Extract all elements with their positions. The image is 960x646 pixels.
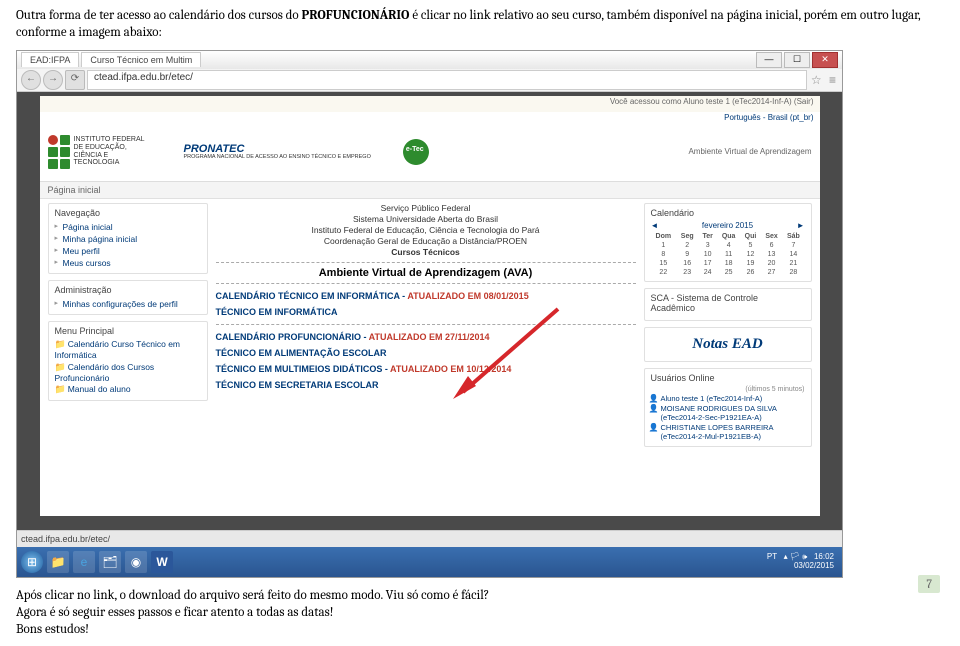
closing-line: Bons estudos!	[16, 622, 944, 639]
ie-icon[interactable]: e	[73, 551, 95, 573]
chrome-icon[interactable]: ◉	[125, 551, 147, 573]
window-controls: — ☐ ✕	[756, 52, 838, 68]
calendar-title: Calendário	[651, 208, 805, 218]
word-icon[interactable]: W	[151, 551, 173, 573]
tray-date: 03/02/2015	[794, 561, 834, 570]
browser-status-bar: ctead.ifpa.edu.br/etec/	[17, 530, 842, 547]
breadcrumb: Página inicial	[40, 182, 820, 199]
folder-icon: 📁	[55, 384, 66, 394]
browser-window: EAD:IFPA Curso Técnico em Multim — ☐ ✕ ←…	[16, 50, 843, 578]
course-link[interactable]: TÉCNICO EM ALIMENTAÇÃO ESCOLAR	[216, 345, 636, 361]
sca-title: SCA - Sistema de Controle Acadêmico	[651, 293, 805, 313]
admin-block: Administração Minhas configurações de pe…	[48, 280, 208, 315]
reload-button[interactable]: ⟳	[65, 70, 85, 90]
course-link[interactable]: CALENDÁRIO PROFUNCIONÁRIO - ATUALIZADO E…	[216, 329, 636, 345]
online-user[interactable]: CHRISTIANE LOPES BARREIRA (eTec2014-2-Mu…	[651, 423, 805, 441]
course-link[interactable]: TÉCNICO EM MULTIMEIOS DIDÁTICOS - ATUALI…	[216, 361, 636, 377]
center-column: Serviço Público Federal Sistema Universi…	[216, 203, 636, 453]
pronatec-logo: PRONATEC PROGRAMA NACIONAL DE ACESSO AO …	[184, 143, 371, 161]
cal-month: fevereiro 2015	[702, 221, 753, 230]
course-link[interactable]: CALENDÁRIO TÉCNICO EM INFORMÁTICA - ATUA…	[216, 288, 636, 304]
windows-taskbar: ⊞ 📁 e 🗂 ◉ W PT ▴ 🏳 🕪 16:02 03/02/2015	[17, 547, 842, 577]
admin-item[interactable]: Minhas configurações de perfil	[55, 298, 201, 310]
instruction-paragraph: Outra forma de ter acesso ao calendário …	[16, 8, 944, 42]
sca-block: SCA - Sistema de Controle Acadêmico	[644, 288, 812, 321]
menu-item[interactable]: 📁Calendário Curso Técnico em Informática	[55, 339, 201, 362]
nav-item[interactable]: Minha página inicial	[55, 233, 201, 245]
instruction-bold: PROFUNCIONÁRIO	[302, 8, 410, 23]
online-user[interactable]: MOISANE RODRIGUES DA SILVA (eTec2014-2-S…	[651, 404, 805, 422]
tray-time: 16:02	[814, 552, 834, 561]
online-users-block: Usuários Online (últimos 5 minutos) Alun…	[644, 368, 812, 447]
online-title: Usuários Online	[651, 373, 805, 383]
calendar-block: Calendário ◄ fevereiro 2015 ► DomSegTerQ…	[644, 203, 812, 282]
site-header: INSTITUTO FEDERAL DE EDUCAÇÃO, CIÊNCIA E…	[40, 123, 820, 182]
login-status: Você acessou como Aluno teste 1 (eTec201…	[40, 96, 820, 112]
address-bar-row: ← → ⟳ ctead.ifpa.edu.br/etec/ ☆ ≡	[17, 69, 842, 92]
if-logo: INSTITUTO FEDERAL DE EDUCAÇÃO, CIÊNCIA E…	[48, 135, 154, 169]
instruction-pre: Outra forma de ter acesso ao calendário …	[16, 8, 302, 23]
closing-line: Agora é só seguir esses passos e ficar a…	[16, 605, 944, 622]
menu-title: Menu Principal	[55, 326, 201, 336]
notas-ead-link[interactable]: Notas EAD	[651, 332, 805, 357]
explorer-icon[interactable]: 📁	[47, 551, 69, 573]
header-line: Sistema Universidade Aberta do Brasil	[216, 214, 636, 225]
browser-tab[interactable]: Curso Técnico em Multim	[81, 52, 201, 67]
nav-block: Navegação Página inicial Minha página in…	[48, 203, 208, 274]
sidebar-left: Navegação Página inicial Minha página in…	[48, 203, 208, 453]
browser-tab[interactable]: EAD:IFPA	[21, 52, 79, 67]
close-button[interactable]: ✕	[812, 52, 838, 68]
online-sub: (últimos 5 minutos)	[651, 386, 805, 393]
back-button[interactable]: ←	[21, 70, 41, 90]
cal-prev[interactable]: ◄	[651, 221, 659, 230]
start-button[interactable]: ⊞	[21, 551, 43, 573]
language-selector[interactable]: Português - Brasil (pt_br)	[40, 112, 820, 123]
menu-block: Menu Principal 📁Calendário Curso Técnico…	[48, 321, 208, 401]
calendar-table: DomSegTerQuaQuiSexSáb 123456789101112131…	[651, 232, 805, 277]
header-subtitle: Ambiente Virtual de Aprendizagem	[688, 147, 811, 156]
system-tray: PT ▴ 🏳 🕪 16:02 03/02/2015	[767, 553, 838, 571]
header-line: Serviço Público Federal	[216, 203, 636, 214]
nav-item[interactable]: Meu perfil	[55, 245, 201, 257]
bookmark-icon[interactable]: ☆ ≡	[811, 73, 838, 87]
etec-icon	[401, 137, 431, 167]
minimize-button[interactable]: —	[756, 52, 782, 68]
cal-next[interactable]: ►	[797, 221, 805, 230]
closing-paragraph: Após clicar no link, o download do arqui…	[16, 588, 944, 639]
center-header: Serviço Público Federal Sistema Universi…	[216, 203, 636, 258]
nav-item[interactable]: Meus cursos	[55, 257, 201, 269]
folder-icon: 📁	[55, 362, 66, 372]
status-text: ctead.ifpa.edu.br/etec/	[21, 534, 110, 544]
course-link[interactable]: TÉCNICO EM INFORMÁTICA	[216, 304, 636, 320]
notas-block: Notas EAD	[644, 327, 812, 362]
tray-lang[interactable]: PT	[767, 552, 777, 561]
url-input[interactable]: ctead.ifpa.edu.br/etec/	[87, 70, 807, 90]
main-columns: Navegação Página inicial Minha página in…	[40, 199, 820, 457]
online-user[interactable]: Aluno teste 1 (eTec2014-Inf-A)	[651, 394, 805, 403]
ava-title: Ambiente Virtual de Aprendizagem (AVA)	[216, 267, 636, 279]
nav-title: Navegação	[55, 208, 201, 218]
sidebar-right: Calendário ◄ fevereiro 2015 ► DomSegTerQ…	[644, 203, 812, 453]
etec-logo	[401, 137, 431, 167]
nav-item[interactable]: Página inicial	[55, 221, 201, 233]
header-line: Coordenação Geral de Educação a Distânci…	[216, 236, 636, 247]
menu-item[interactable]: 📁Manual do aluno	[55, 384, 201, 396]
folder-icon: 📁	[55, 339, 66, 349]
menu-item[interactable]: 📁Calendário dos Cursos Profuncionário	[55, 362, 201, 385]
closing-line: Após clicar no link, o download do arqui…	[16, 588, 944, 605]
if-logo-text: INSTITUTO FEDERAL DE EDUCAÇÃO, CIÊNCIA E…	[74, 136, 154, 167]
folder-icon[interactable]: 🗂	[99, 551, 121, 573]
maximize-button[interactable]: ☐	[784, 52, 810, 68]
browser-viewport: Você acessou como Aluno teste 1 (eTec201…	[17, 92, 842, 530]
webpage: Você acessou como Aluno teste 1 (eTec201…	[40, 96, 820, 516]
header-line: Instituto Federal de Educação, Ciência e…	[216, 225, 636, 236]
header-line: Cursos Técnicos	[216, 247, 636, 258]
admin-title: Administração	[55, 285, 201, 295]
page-number: 7	[918, 575, 940, 593]
pronatec-sub: PROGRAMA NACIONAL DE ACESSO AO ENSINO TÉ…	[184, 155, 371, 161]
browser-titlebar: EAD:IFPA Curso Técnico em Multim — ☐ ✕	[17, 51, 842, 69]
forward-button[interactable]: →	[43, 70, 63, 90]
course-link[interactable]: TÉCNICO EM SECRETARIA ESCOLAR	[216, 377, 636, 393]
